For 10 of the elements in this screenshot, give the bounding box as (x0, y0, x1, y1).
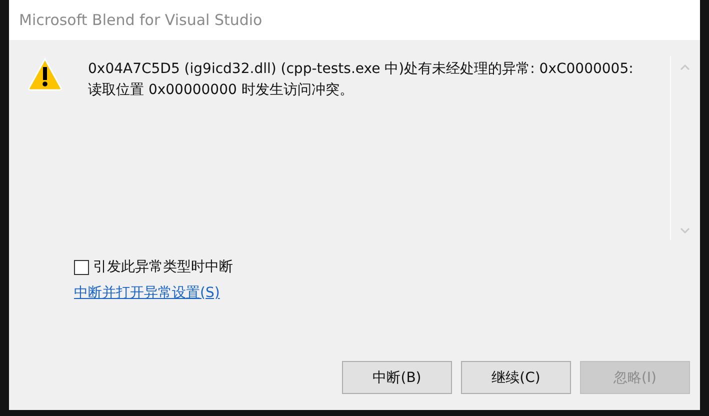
dialog-button[interactable]: 继续(C) (461, 361, 571, 394)
dialog-button[interactable]: 中断(B) (342, 361, 452, 394)
error-message: 0x04A7C5D5 (ig9icd32.dll) (cpp-tests.exe 中)处有未经处理的异常: 0xC0000005: 读取位置 0x00000000 时发生访问冲突。 (88, 60, 634, 100)
checkbox-label[interactable]: 引发此异常类型时中断 (93, 258, 233, 276)
warning-icon (27, 57, 63, 91)
checkbox[interactable] (74, 260, 89, 274)
exception-settings-link[interactable]: 中断并打开异常设置(S) (74, 284, 220, 302)
window-title: Microsoft Blend for Visual Studio (19, 11, 262, 29)
scroll-down-icon[interactable] (680, 228, 690, 234)
scroll-up-icon[interactable] (680, 64, 690, 70)
